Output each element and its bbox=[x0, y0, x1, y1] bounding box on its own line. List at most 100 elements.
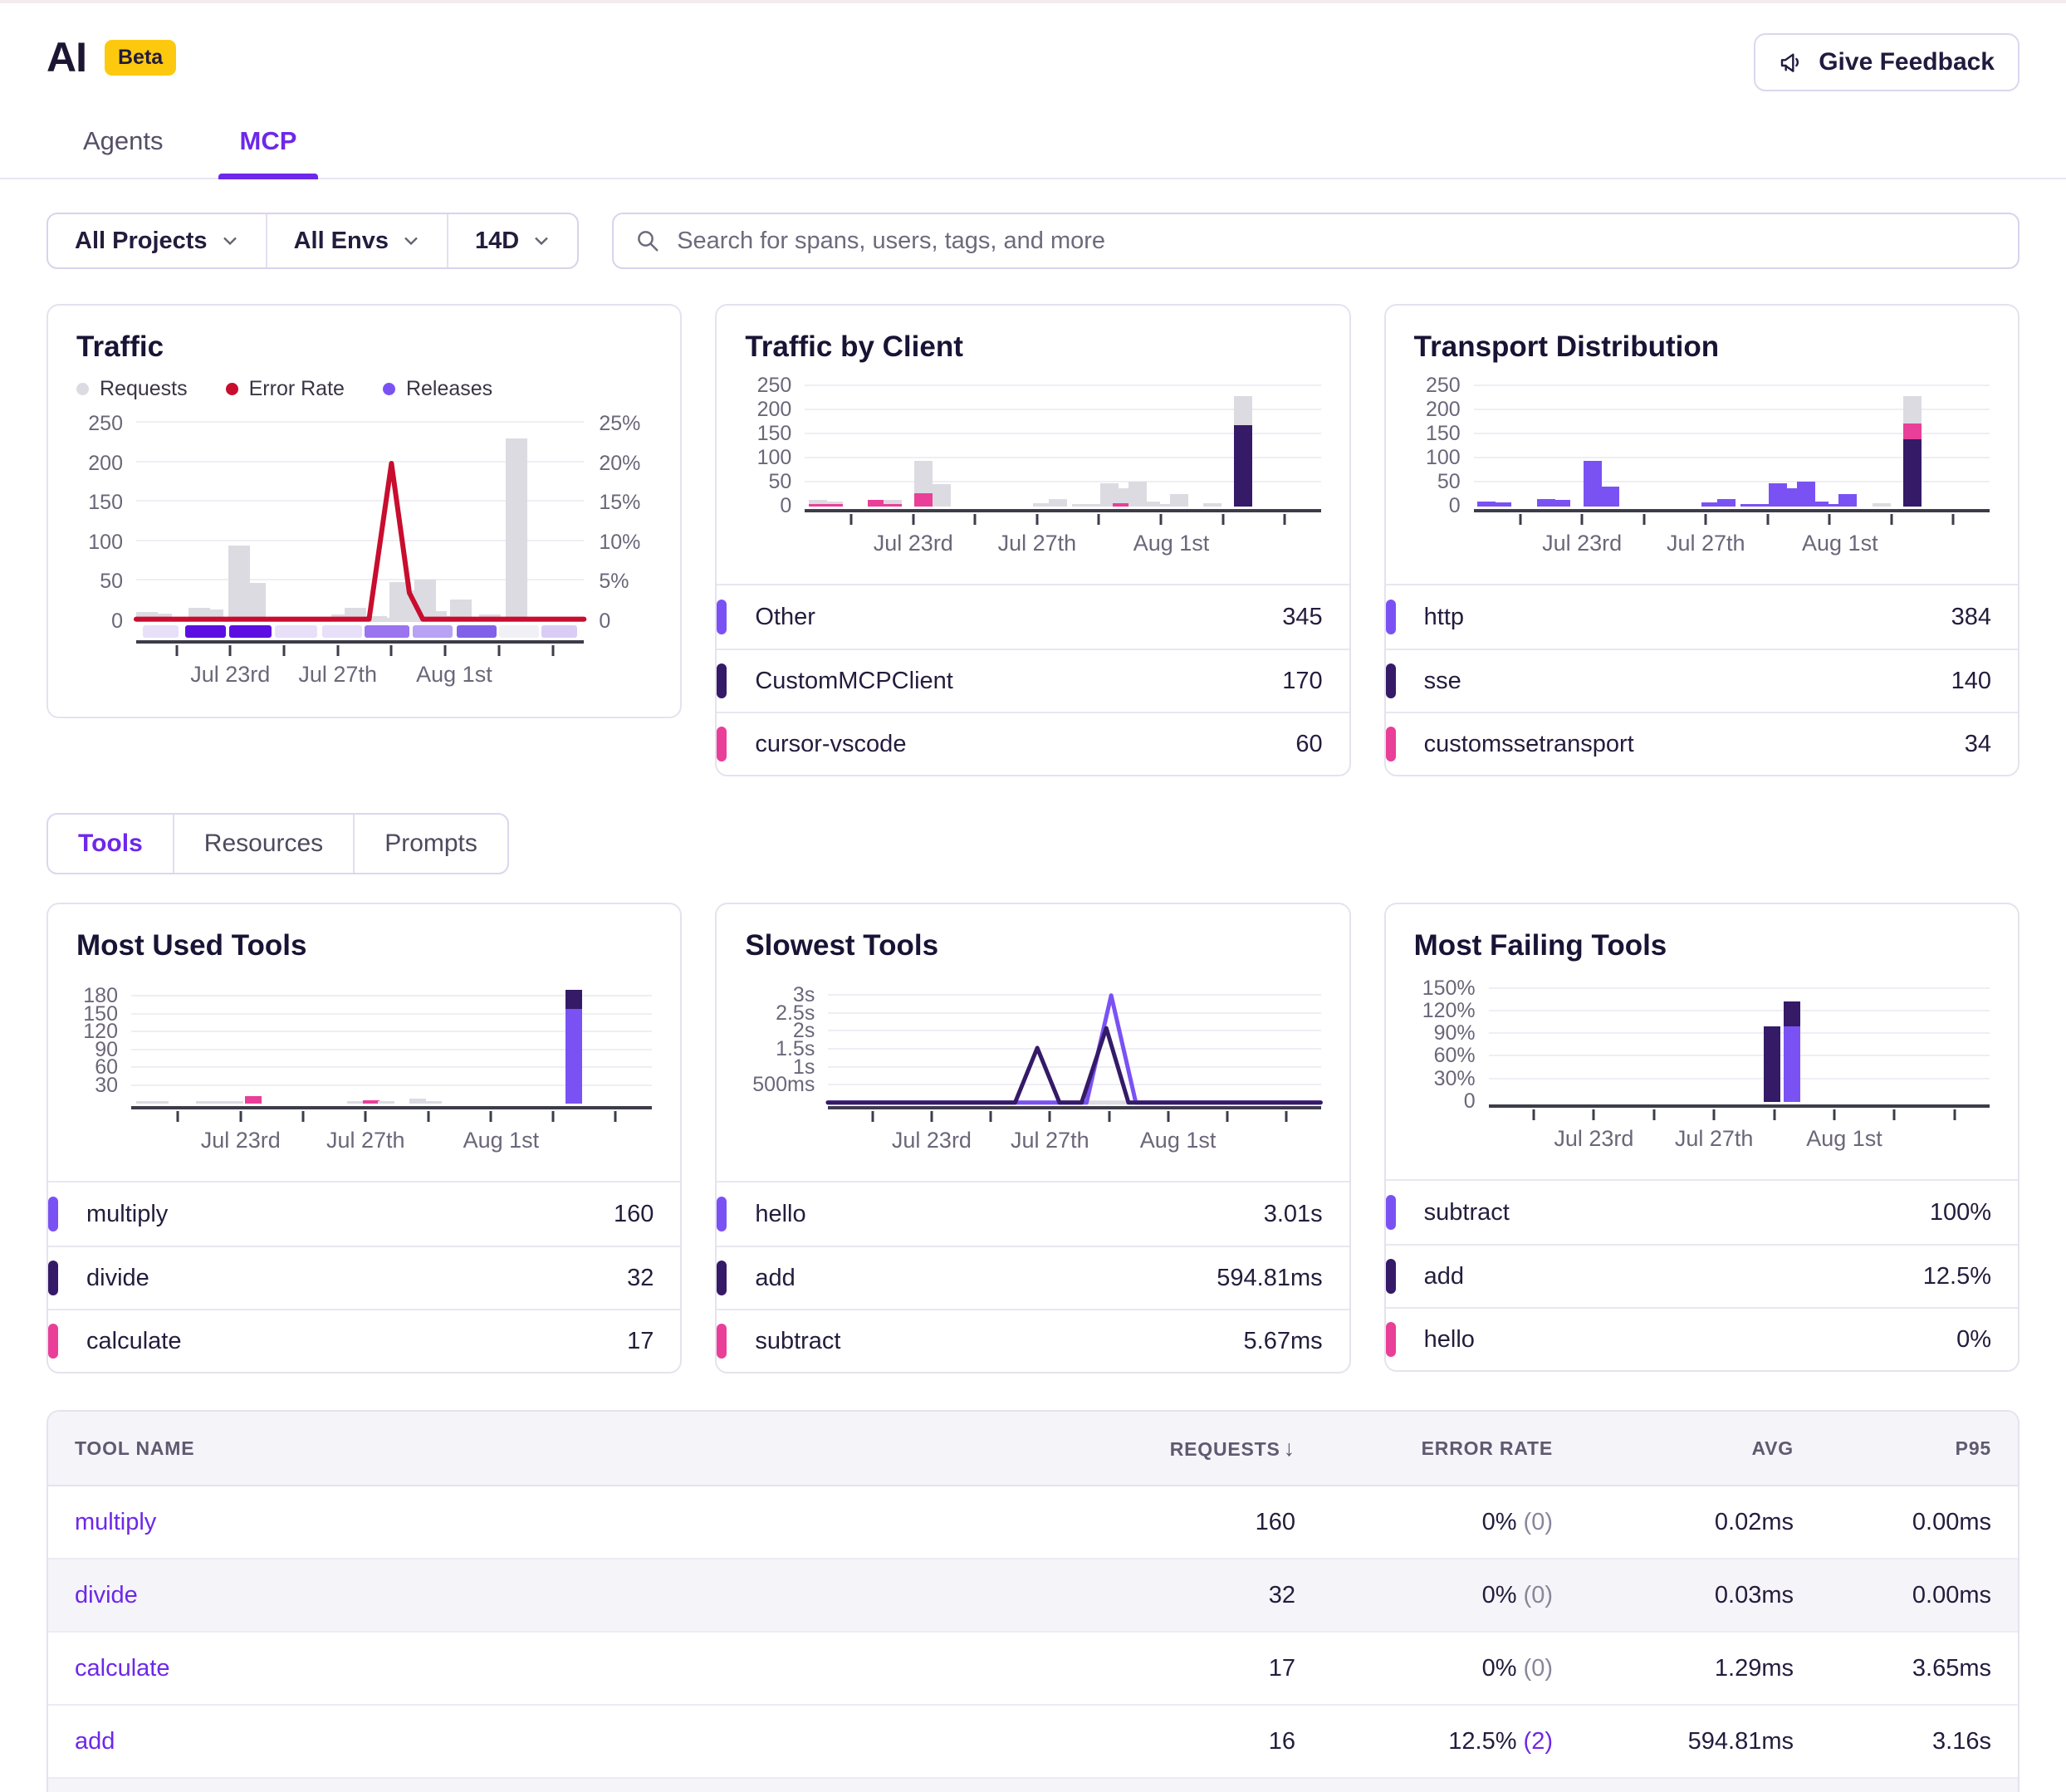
search-box[interactable] bbox=[612, 213, 2019, 269]
gridline bbox=[1489, 1078, 1990, 1080]
x-axis-labels: Jul 23rdJul 27thAug 1st bbox=[1474, 531, 1990, 570]
bar bbox=[136, 979, 153, 1104]
table-row: multiply1600% (0)0.02ms0.00ms bbox=[48, 1486, 2018, 1559]
error-count: (0) bbox=[1517, 1582, 1554, 1608]
release-segment bbox=[365, 625, 409, 638]
x-axis-labels: Jul 23rdJul 27thAug 1st bbox=[131, 1128, 652, 1168]
legend-row[interactable]: divide32 bbox=[48, 1246, 680, 1309]
x-axis-tick bbox=[1160, 514, 1163, 525]
x-axis-tick bbox=[1108, 1111, 1110, 1122]
legend-item-releases: Releases bbox=[383, 377, 492, 401]
bar bbox=[1493, 380, 1511, 507]
x-axis-tick bbox=[1713, 1109, 1716, 1120]
x-axis-tick bbox=[1098, 514, 1100, 525]
most-used-tools-chart: 306090120150180Jul 23rdJul 27thAug 1st bbox=[76, 979, 652, 1168]
search-icon bbox=[635, 228, 660, 253]
column-header-requests[interactable]: REQUESTS↓ bbox=[1088, 1436, 1295, 1462]
column-header-tool-name[interactable]: TOOL NAME bbox=[48, 1437, 1088, 1460]
y-axis-label: 150 bbox=[88, 491, 123, 514]
tool-name-cell: multiply bbox=[48, 1509, 1088, 1536]
search-input[interactable] bbox=[677, 228, 1996, 255]
legend-row[interactable]: customssetransport34 bbox=[1386, 712, 2018, 775]
traffic-cards-row: Traffic Requests Error Rate Releases 050… bbox=[0, 269, 2066, 776]
legend-row[interactable]: cursor-vscode60 bbox=[717, 712, 1349, 775]
x-axis-tick bbox=[1833, 1109, 1835, 1120]
tool-name-link[interactable]: calculate bbox=[75, 1655, 169, 1682]
y-axis-label: 150 bbox=[1426, 422, 1461, 445]
column-header-error-rate[interactable]: ERROR RATE bbox=[1295, 1437, 1553, 1460]
p95-cell: 0.00ms bbox=[1794, 1582, 2018, 1609]
legend-color-pill bbox=[717, 1324, 727, 1359]
legend-color-pill bbox=[717, 1261, 727, 1295]
tool-name-link[interactable]: divide bbox=[75, 1582, 138, 1608]
chart-area: 500ms1s1.5s2s2.5s3sJul 23rdJul 27thAug 1… bbox=[745, 979, 1320, 1168]
legend-value: 100% bbox=[1930, 1199, 1991, 1226]
envs-filter-dropdown[interactable]: All Envs bbox=[267, 214, 448, 267]
bar bbox=[227, 979, 243, 1104]
legend-row[interactable]: http384 bbox=[1386, 585, 2018, 649]
legend-row[interactable]: Other345 bbox=[717, 585, 1349, 649]
legend-row[interactable]: multiply160 bbox=[48, 1182, 680, 1246]
series-lines bbox=[828, 979, 1320, 1104]
tab-agents[interactable]: Agents bbox=[76, 113, 170, 178]
slowest-tools-chart: 500ms1s1.5s2s2.5s3sJul 23rdJul 27thAug 1… bbox=[745, 979, 1320, 1168]
error-rate-value: 0% bbox=[1482, 1582, 1517, 1608]
y-axis-right: 05%10%15%20%25% bbox=[584, 414, 652, 622]
projects-filter-dropdown[interactable]: All Projects bbox=[48, 214, 267, 267]
bar bbox=[1784, 979, 1800, 1102]
legend-row[interactable]: add12.5% bbox=[1386, 1244, 2018, 1307]
bar-segment bbox=[565, 1009, 582, 1104]
x-axis-tick bbox=[1581, 514, 1584, 525]
y-axis-label: 200 bbox=[757, 398, 792, 421]
x-axis-label: Jul 23rd bbox=[892, 1128, 972, 1153]
bar-segment bbox=[1552, 500, 1570, 507]
bar bbox=[1584, 380, 1602, 507]
page-title: AI bbox=[47, 33, 86, 81]
date-range-label: 14D bbox=[475, 228, 519, 255]
bar bbox=[1203, 380, 1221, 507]
x-axis-tick bbox=[1890, 514, 1892, 525]
tool-name-link[interactable]: add bbox=[75, 1728, 115, 1755]
legend-value: 5.67ms bbox=[1244, 1328, 1323, 1355]
y-axis-label: 10% bbox=[599, 531, 640, 554]
tool-name-link[interactable]: multiply bbox=[75, 1509, 156, 1535]
x-axis-label: Jul 27th bbox=[1675, 1126, 1754, 1152]
x-axis-label: Aug 1st bbox=[1806, 1126, 1882, 1152]
tools-cards-row: Most Used Tools 306090120150180Jul 23rdJ… bbox=[0, 874, 2066, 1373]
give-feedback-button[interactable]: Give Feedback bbox=[1754, 33, 2019, 91]
legend-label: Requests bbox=[100, 377, 188, 401]
x-axis-tick bbox=[930, 1111, 933, 1122]
tab-mcp[interactable]: MCP bbox=[233, 113, 304, 178]
legend-row[interactable]: CustomMCPClient170 bbox=[717, 649, 1349, 712]
date-range-dropdown[interactable]: 14D bbox=[448, 214, 577, 267]
projects-filter-label: All Projects bbox=[75, 228, 208, 255]
y-axis-label: 50 bbox=[769, 470, 792, 493]
legend-row[interactable]: hello0% bbox=[1386, 1307, 2018, 1370]
table-row: add1612.5% (2)594.81ms3.16s bbox=[48, 1706, 2018, 1779]
tab-prompts[interactable]: Prompts bbox=[353, 815, 507, 873]
p95-cell: 0.00ms bbox=[1794, 1509, 2018, 1536]
legend-row[interactable]: subtract100% bbox=[1386, 1181, 2018, 1244]
legend-label: hello bbox=[1424, 1326, 1956, 1354]
y-axis-label: 180 bbox=[83, 984, 118, 1007]
tab-resources[interactable]: Resources bbox=[173, 815, 353, 873]
requests-cell: 160 bbox=[1088, 1509, 1295, 1536]
release-segment bbox=[229, 625, 272, 638]
legend-value: 34 bbox=[1965, 731, 1991, 758]
legend-value: 384 bbox=[1951, 604, 1991, 631]
most-used-tools-list: multiply160divide32calculate17 bbox=[48, 1181, 680, 1372]
legend-row[interactable]: hello3.01s bbox=[717, 1182, 1349, 1246]
transport-distribution-card: Transport Distribution 050100150200250Ju… bbox=[1384, 304, 2019, 776]
column-header-p95[interactable]: P95 bbox=[1794, 1437, 2018, 1460]
legend-row[interactable]: subtract5.67ms bbox=[717, 1309, 1349, 1372]
legend-row[interactable]: calculate17 bbox=[48, 1309, 680, 1372]
error-rate-value: 0% bbox=[1482, 1655, 1517, 1682]
legend-row[interactable]: add594.81ms bbox=[717, 1246, 1349, 1309]
bar-segment bbox=[933, 484, 951, 507]
column-header-avg[interactable]: AVG bbox=[1553, 1437, 1794, 1460]
legend-row[interactable]: sse140 bbox=[1386, 649, 2018, 712]
y-axis: 050100150200250 bbox=[1414, 380, 1474, 507]
card-title: Most Used Tools bbox=[76, 929, 652, 962]
tab-tools[interactable]: Tools bbox=[48, 815, 173, 873]
x-axis-tick bbox=[444, 645, 447, 656]
